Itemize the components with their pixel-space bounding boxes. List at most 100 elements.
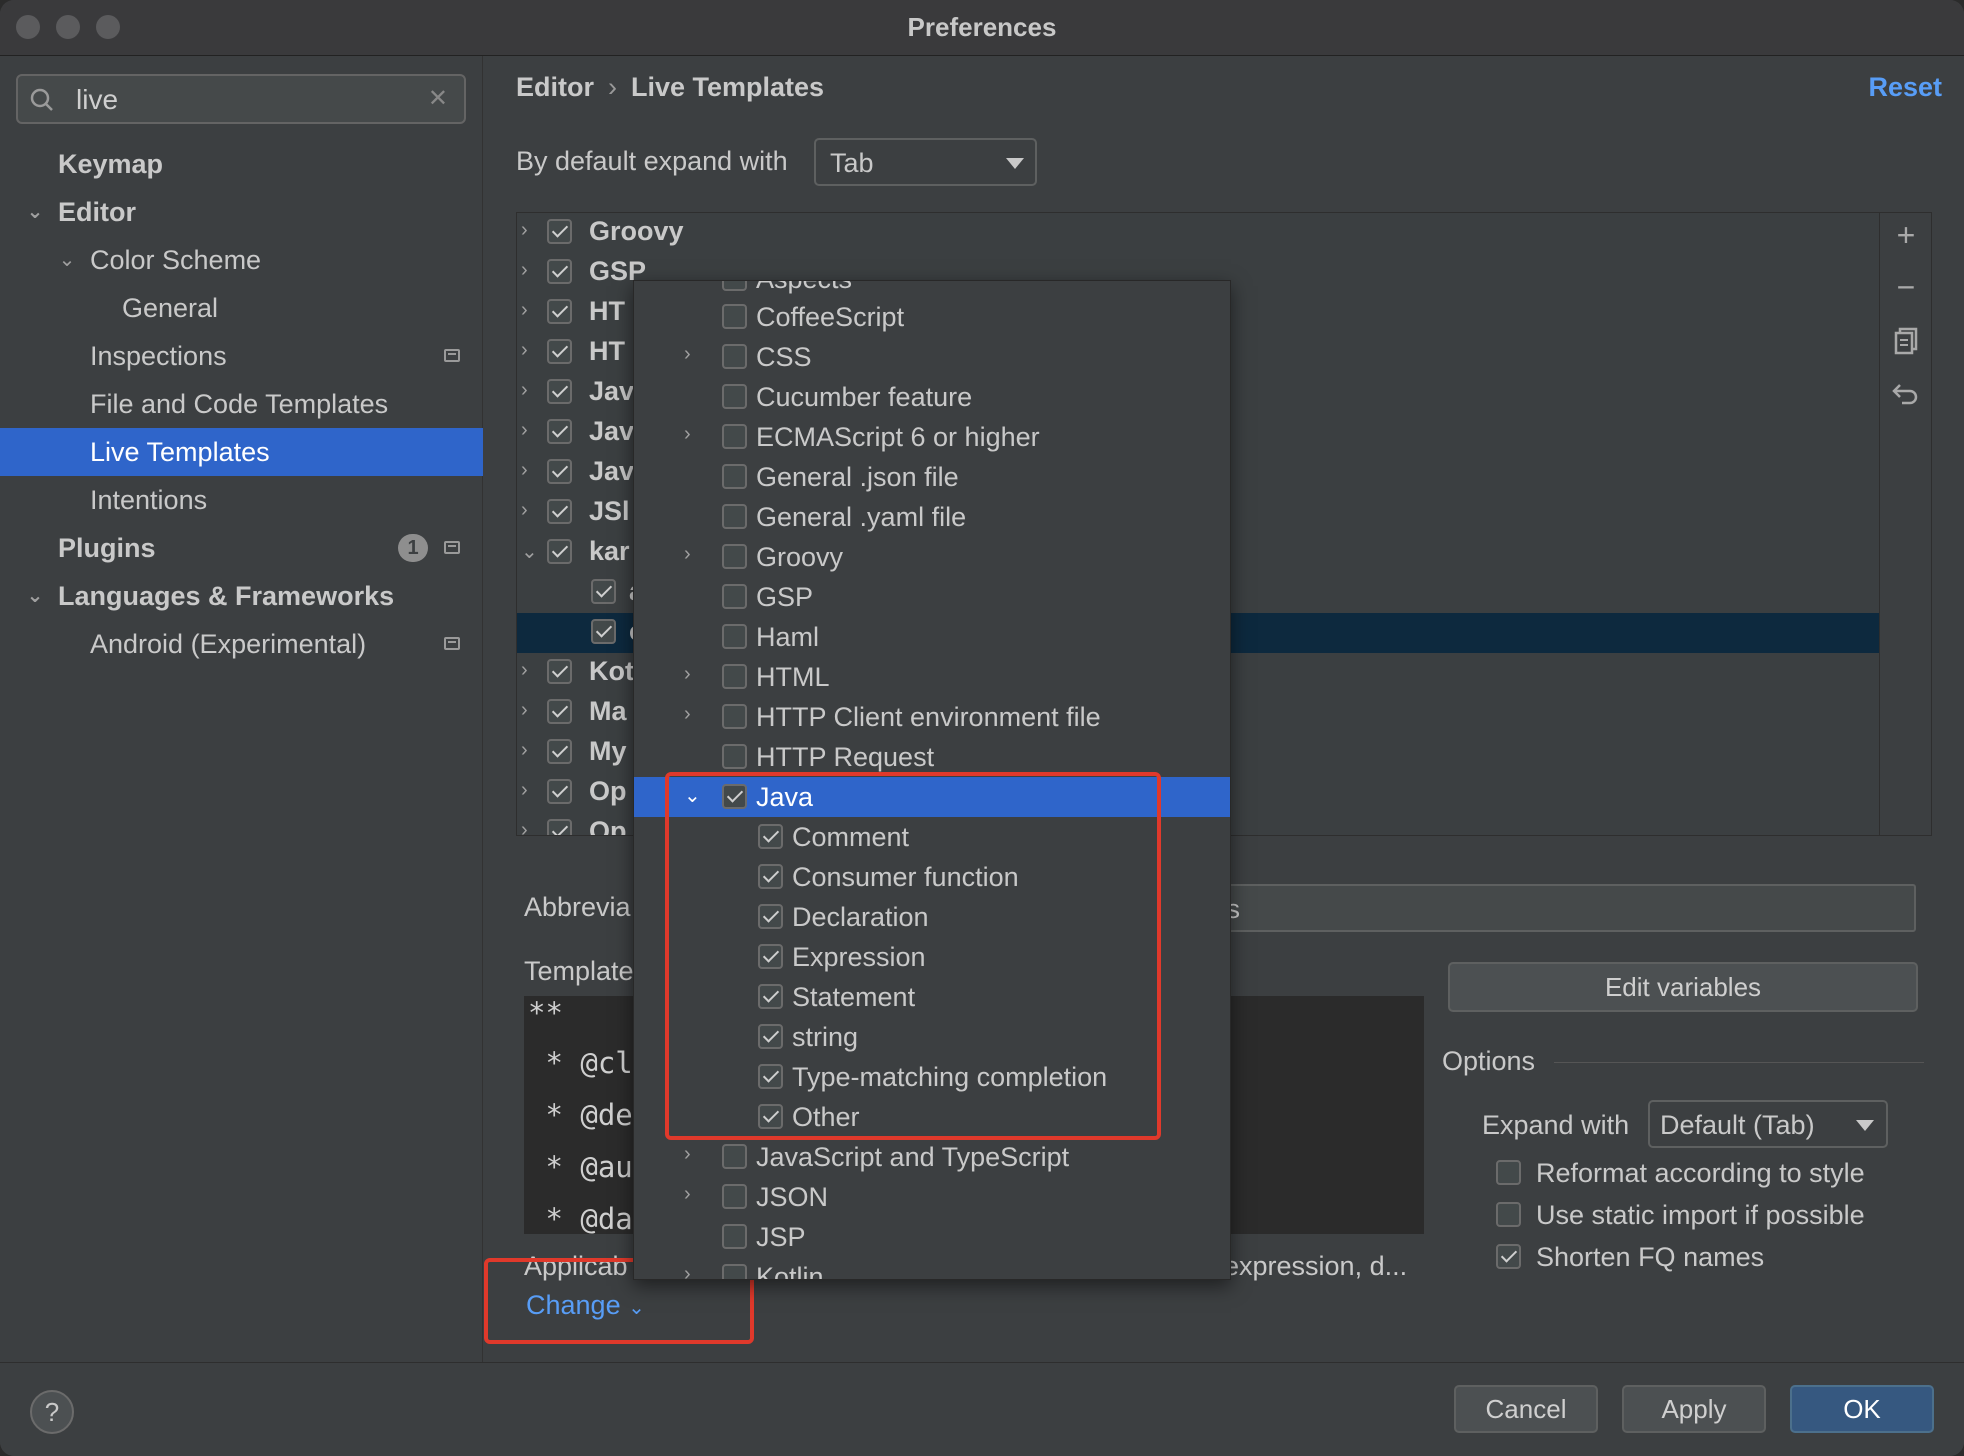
sidebar-item-general[interactable]: General — [0, 284, 483, 332]
sidebar-item-color-scheme[interactable]: ⌄ Color Scheme — [0, 236, 483, 284]
context-item[interactable]: › ECMAScript 6 or higher — [634, 417, 1230, 457]
sidebar-item-android-experimental[interactable]: Android (Experimental) — [0, 620, 483, 668]
sidebar-item-intentions[interactable]: Intentions — [0, 476, 483, 524]
chevron-down-icon[interactable]: ⌄ — [24, 188, 46, 236]
template-group-checkbox[interactable] — [547, 539, 572, 564]
context-checkbox[interactable] — [722, 1184, 747, 1209]
chevron-right-icon[interactable]: › — [684, 543, 691, 566]
template-group-checkbox[interactable] — [547, 779, 572, 804]
template-group-checkbox[interactable] — [547, 819, 572, 835]
context-checkbox[interactable] — [722, 384, 747, 409]
template-group-checkbox[interactable] — [547, 659, 572, 684]
sidebar-item-live-templates[interactable]: Live Templates — [0, 428, 483, 476]
template-group-checkbox[interactable] — [547, 459, 572, 484]
chevron-right-icon[interactable]: › — [521, 459, 528, 482]
chevron-down-icon[interactable]: ⌄ — [521, 539, 538, 564]
edit-variables-button[interactable]: Edit variables — [1448, 962, 1918, 1012]
cancel-button[interactable]: Cancel — [1454, 1385, 1598, 1433]
search-input[interactable]: live — [76, 84, 118, 116]
template-group-checkbox[interactable] — [547, 499, 572, 524]
context-item[interactable]: General .yaml file — [634, 497, 1230, 537]
context-item[interactable]: CoffeeScript — [634, 297, 1230, 337]
chevron-right-icon[interactable]: › — [521, 779, 528, 802]
chevron-right-icon[interactable]: › — [521, 339, 528, 362]
context-item[interactable]: General .json file — [634, 457, 1230, 497]
default-expand-select[interactable]: Tab — [814, 138, 1037, 186]
chevron-right-icon[interactable]: › — [521, 419, 528, 442]
context-checkbox[interactable] — [722, 464, 747, 489]
ok-button[interactable]: OK — [1790, 1385, 1934, 1433]
chevron-right-icon[interactable]: › — [521, 819, 528, 835]
chevron-right-icon[interactable]: › — [684, 343, 691, 366]
reformat-checkbox[interactable] — [1496, 1160, 1521, 1185]
template-group-checkbox[interactable] — [547, 259, 572, 284]
chevron-right-icon[interactable]: › — [521, 659, 528, 682]
chevron-right-icon[interactable]: › — [684, 703, 691, 726]
chevron-right-icon[interactable]: › — [521, 259, 528, 282]
context-checkbox[interactable] — [722, 281, 747, 291]
apply-button[interactable]: Apply — [1622, 1385, 1766, 1433]
context-checkbox[interactable] — [722, 1144, 747, 1169]
chevron-right-icon[interactable]: › — [521, 699, 528, 722]
context-item[interactable]: › Kotlin — [634, 1257, 1230, 1279]
chevron-right-icon[interactable]: › — [684, 423, 691, 446]
chevron-right-icon[interactable]: › — [521, 499, 528, 522]
reset-link[interactable]: Reset — [1868, 72, 1942, 103]
template-group-checkbox[interactable] — [547, 699, 572, 724]
context-item[interactable]: Haml — [634, 617, 1230, 657]
template-group-checkbox[interactable] — [547, 219, 572, 244]
template-group-checkbox[interactable] — [547, 419, 572, 444]
context-checkbox[interactable] — [722, 504, 747, 529]
description-field[interactable]: ass — [1184, 884, 1916, 932]
sidebar-item-inspections[interactable]: Inspections — [0, 332, 483, 380]
remove-icon[interactable]: − — [1880, 269, 1932, 306]
chevron-right-icon[interactable]: › — [684, 1263, 691, 1279]
context-item[interactable]: GSP — [634, 577, 1230, 617]
context-item[interactable]: HTTP Request — [634, 737, 1230, 777]
chevron-right-icon[interactable]: › — [521, 299, 528, 322]
template-group-checkbox[interactable] — [547, 299, 572, 324]
sidebar-item-file-code-templates[interactable]: File and Code Templates — [0, 380, 483, 428]
context-item[interactable]: › JSON — [634, 1177, 1230, 1217]
chevron-right-icon[interactable]: › — [521, 219, 528, 242]
context-item[interactable]: Cucumber feature — [634, 377, 1230, 417]
context-item[interactable]: › JavaScript and TypeScript — [634, 1137, 1230, 1177]
add-icon[interactable]: + — [1880, 217, 1932, 254]
context-item[interactable]: › CSS — [634, 337, 1230, 377]
template-group-checkbox[interactable] — [547, 379, 572, 404]
chevron-down-icon[interactable]: ⌄ — [24, 572, 46, 620]
chevron-right-icon[interactable]: › — [521, 379, 528, 402]
template-checkbox[interactable] — [591, 579, 616, 604]
chevron-right-icon[interactable]: › — [521, 739, 528, 762]
context-checkbox[interactable] — [722, 664, 747, 689]
sidebar-item-plugins[interactable]: Plugins 1 — [0, 524, 483, 572]
sidebar-item-editor[interactable]: ⌄ Editor — [0, 188, 483, 236]
static-import-checkbox[interactable] — [1496, 1202, 1521, 1227]
sidebar-item-keymap[interactable]: Keymap — [0, 140, 483, 188]
chevron-down-icon[interactable]: ⌄ — [56, 236, 78, 284]
context-checkbox[interactable] — [722, 584, 747, 609]
context-checkbox[interactable] — [722, 544, 747, 569]
template-group-row[interactable]: › Groovy — [517, 213, 1879, 253]
template-group-checkbox[interactable] — [547, 739, 572, 764]
context-item[interactable]: › HTTP Client environment file — [634, 697, 1230, 737]
context-item[interactable]: › HTML — [634, 657, 1230, 697]
template-checkbox[interactable] — [591, 619, 616, 644]
sidebar-item-languages-frameworks[interactable]: ⌄ Languages & Frameworks — [0, 572, 483, 620]
template-group-checkbox[interactable] — [547, 339, 572, 364]
chevron-right-icon[interactable]: › — [684, 663, 691, 686]
context-checkbox[interactable] — [722, 344, 747, 369]
context-item[interactable]: › Groovy — [634, 537, 1230, 577]
context-checkbox[interactable] — [722, 1264, 747, 1279]
copy-icon[interactable] — [1880, 325, 1932, 357]
context-checkbox[interactable] — [722, 1224, 747, 1249]
settings-search-field[interactable]: live ✕ — [16, 74, 466, 124]
clear-search-icon[interactable]: ✕ — [428, 84, 448, 113]
context-checkbox[interactable] — [722, 744, 747, 769]
context-checkbox[interactable] — [722, 424, 747, 449]
breadcrumb-parent[interactable]: Editor — [516, 72, 594, 102]
expand-with-select[interactable]: Default (Tab) — [1648, 1100, 1888, 1148]
chevron-right-icon[interactable]: › — [684, 1183, 691, 1206]
shorten-fq-checkbox[interactable] — [1496, 1244, 1521, 1269]
context-checkbox[interactable] — [722, 624, 747, 649]
